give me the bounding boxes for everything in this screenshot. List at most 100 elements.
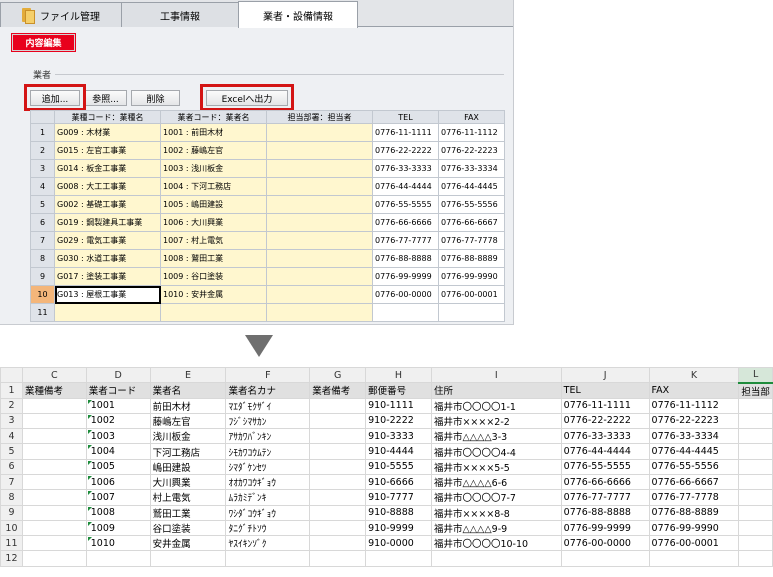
- cell-postal-code[interactable]: 910-7777: [365, 489, 432, 506]
- grid-row-number[interactable]: 10: [30, 285, 55, 304]
- column-letter[interactable]: I: [430, 367, 562, 383]
- cell-postal-code[interactable]: 910-2222: [365, 412, 432, 430]
- cell-tel[interactable]: 0776-77-7777: [560, 489, 650, 506]
- grid-row-number[interactable]: 8: [30, 249, 55, 268]
- cell-fax[interactable]: 0776-00-0001: [648, 535, 740, 552]
- cell-contact[interactable]: [738, 550, 773, 567]
- grid-cell-fax[interactable]: 0776-66-6667: [438, 213, 505, 232]
- grid-cell-fax[interactable]: 0776-88-8889: [438, 249, 505, 268]
- cell-contact[interactable]: [738, 397, 773, 414]
- cell-tel[interactable]: 0776-66-6666: [560, 473, 650, 491]
- row-number[interactable]: 3: [0, 412, 23, 430]
- grid-cell-fax[interactable]: 0776-99-9990: [438, 267, 505, 286]
- grid-cell-trade[interactable]: G014 : 板金工事業: [54, 159, 161, 178]
- grid-cell-vendor[interactable]: 1003 : 浅川板金: [160, 159, 267, 178]
- grid-cell-department[interactable]: [266, 195, 373, 214]
- grid-row[interactable]: 11: [30, 303, 505, 322]
- cell-vendor-note[interactable]: [309, 504, 367, 521]
- cell-vendor-code[interactable]: [85, 550, 151, 567]
- sheet-header-cell[interactable]: 業者名: [149, 382, 227, 399]
- sheet-corner[interactable]: [0, 367, 23, 383]
- cell-vendor-name[interactable]: 前田木材: [149, 397, 227, 414]
- grid-cell-tel[interactable]: 0776-44-4444: [372, 177, 439, 196]
- cell-fax[interactable]: [648, 550, 740, 567]
- column-letter[interactable]: L: [738, 367, 773, 384]
- sheet-header-cell[interactable]: FAX: [648, 382, 740, 399]
- cell-fax[interactable]: 0776-77-7778: [648, 489, 740, 506]
- cell-vendor-code[interactable]: 1004: [85, 443, 151, 460]
- sheet-header-cell[interactable]: 業者備考: [309, 382, 367, 399]
- grid-cell-vendor[interactable]: 1005 : 嶋田建設: [160, 195, 267, 214]
- cell-vendor-name[interactable]: 鷲田工業: [149, 504, 227, 521]
- grid-cell-vendor[interactable]: 1007 : 村上電気: [160, 231, 267, 250]
- cell-vendor-kana[interactable]: ｼﾏﾀﾞｹﾝｾﾂ: [225, 458, 311, 475]
- row-number[interactable]: 8: [0, 489, 23, 506]
- cell-postal-code[interactable]: 910-3333: [365, 428, 432, 445]
- tab-file-management[interactable]: ファイル管理: [0, 2, 122, 27]
- cell-tel[interactable]: 0776-88-8888: [560, 504, 650, 521]
- sheet-header-cell[interactable]: 業種備考: [21, 382, 87, 399]
- cell-vendor-name[interactable]: 嶋田建設: [149, 458, 227, 475]
- cell-trade-note[interactable]: [21, 489, 87, 506]
- cell-vendor-note[interactable]: [309, 428, 367, 445]
- column-letter[interactable]: K: [648, 367, 740, 383]
- cell-contact[interactable]: [738, 458, 773, 475]
- cell-fax[interactable]: 0776-33-3334: [648, 428, 740, 445]
- grid-cell-trade[interactable]: G013 : 屋根工事業: [54, 285, 161, 304]
- grid-cell-vendor[interactable]: 1009 : 谷口塗装: [160, 267, 267, 286]
- grid-cell-tel[interactable]: 0776-66-6666: [372, 213, 439, 232]
- cell-trade-note[interactable]: [21, 458, 87, 475]
- cell-vendor-note[interactable]: [309, 519, 367, 537]
- sheet-header-cell[interactable]: TEL: [560, 382, 650, 399]
- cell-fax[interactable]: 0776-11-1112: [648, 397, 740, 414]
- row-number[interactable]: 12: [0, 550, 23, 567]
- sheet-header-cell[interactable]: 業者名カナ: [225, 382, 311, 399]
- cell-vendor-kana[interactable]: ﾜｼﾀﾞｺｳｷﾞｮｳ: [225, 504, 311, 521]
- grid-cell-trade[interactable]: [54, 303, 161, 322]
- cell-trade-note[interactable]: [21, 519, 87, 537]
- grid-row[interactable]: 5 G002 : 基礎工事業 1005 : 嶋田建設 0776-55-5555 0776…: [30, 195, 505, 214]
- cell-postal-code[interactable]: 910-8888: [365, 504, 432, 521]
- cell-vendor-code[interactable]: 1009: [85, 519, 151, 537]
- cell-vendor-code[interactable]: 1005: [85, 458, 151, 475]
- grid-cell-vendor[interactable]: [160, 303, 267, 322]
- cell-tel[interactable]: 0776-22-2222: [560, 412, 650, 430]
- column-letter[interactable]: G: [309, 367, 367, 383]
- row-number[interactable]: 7: [0, 473, 23, 491]
- cell-address[interactable]: 福井市〇〇〇〇7-7: [430, 489, 562, 506]
- reference-button[interactable]: 参照...: [84, 90, 127, 106]
- grid-cell-fax[interactable]: 0776-22-2223: [438, 141, 505, 160]
- cell-fax[interactable]: 0776-22-2223: [648, 412, 740, 430]
- grid-cell-tel[interactable]: 0776-11-1111: [372, 123, 439, 142]
- cell-vendor-code[interactable]: 1003: [85, 428, 151, 445]
- grid-cell-tel[interactable]: 0776-77-7777: [372, 231, 439, 250]
- grid-cell-tel[interactable]: 0776-22-2222: [372, 141, 439, 160]
- cell-address[interactable]: 福井市△△△△9-9: [430, 519, 562, 537]
- cell-vendor-code[interactable]: 1002: [85, 412, 151, 430]
- grid-row-number[interactable]: 1: [30, 123, 55, 142]
- grid-row-number[interactable]: 7: [30, 231, 55, 250]
- grid-cell-tel[interactable]: 0776-99-9999: [372, 267, 439, 286]
- grid-row[interactable]: 8 G030 : 水道工事業 1008 : 鷲田工業 0776-88-8888 0776…: [30, 249, 505, 268]
- cell-vendor-note[interactable]: [309, 535, 367, 552]
- grid-row[interactable]: 1 G009 : 木材業 1001 : 前田木材 0776-11-1111 0776-1…: [30, 123, 505, 142]
- grid-cell-fax[interactable]: 0776-11-1112: [438, 123, 505, 142]
- cell-trade-note[interactable]: [21, 428, 87, 445]
- grid-row-number[interactable]: 11: [30, 303, 55, 322]
- grid-cell-trade[interactable]: G030 : 水道工事業: [54, 249, 161, 268]
- column-letter[interactable]: H: [365, 367, 432, 383]
- grid-cell-department[interactable]: [266, 213, 373, 232]
- grid-cell-department[interactable]: [266, 177, 373, 196]
- cell-postal-code[interactable]: 910-1111: [365, 397, 432, 414]
- cell-vendor-kana[interactable]: [225, 550, 311, 567]
- cell-vendor-note[interactable]: [309, 443, 367, 460]
- grid-cell-vendor[interactable]: 1001 : 前田木材: [160, 123, 267, 142]
- cell-address[interactable]: [430, 550, 562, 567]
- cell-tel[interactable]: 0776-99-9999: [560, 519, 650, 537]
- grid-row[interactable]: 3 G014 : 板金工事業 1003 : 浅川板金 0776-33-3333 0776…: [30, 159, 505, 178]
- cell-tel[interactable]: 0776-11-1111: [560, 397, 650, 414]
- cell-vendor-name[interactable]: 村上電気: [149, 489, 227, 506]
- cell-tel[interactable]: 0776-00-0000: [560, 535, 650, 552]
- sheet-header-cell[interactable]: 業者コード: [85, 382, 151, 399]
- grid-cell-trade[interactable]: G015 : 左官工事業: [54, 141, 161, 160]
